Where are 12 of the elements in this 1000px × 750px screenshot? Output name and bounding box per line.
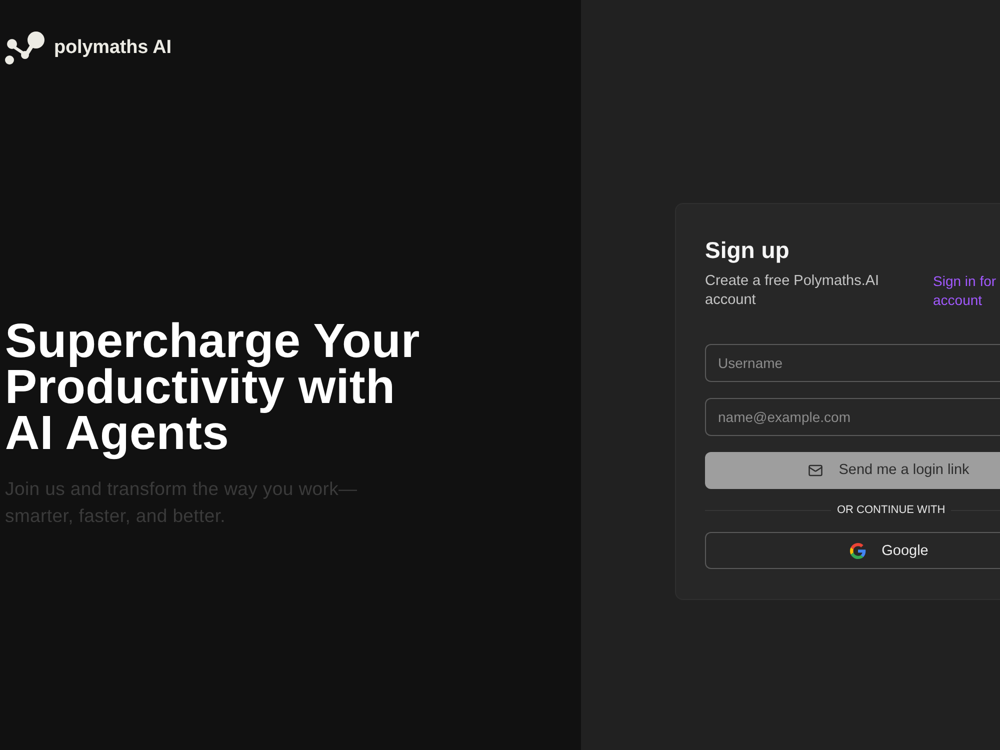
divider-label: OR CONTINUE WITH bbox=[836, 504, 946, 516]
signup-description: Create a free Polymaths.AI account bbox=[705, 272, 880, 310]
brand-name: polymaths AI bbox=[54, 37, 172, 59]
signin-link[interactable]: Sign in for account bbox=[933, 272, 1000, 310]
signup-title: Sign up bbox=[705, 236, 790, 265]
google-signin-button[interactable]: Google bbox=[705, 532, 1000, 569]
hero-headline: Supercharge Your Productivity with AI Agents bbox=[5, 319, 421, 457]
mail-icon bbox=[808, 462, 823, 478]
google-icon bbox=[850, 542, 866, 559]
input-field[interactable]: Username bbox=[705, 344, 1000, 382]
input-field[interactable]: name@example.com bbox=[705, 398, 1000, 436]
logo-icon bbox=[5, 31, 46, 65]
